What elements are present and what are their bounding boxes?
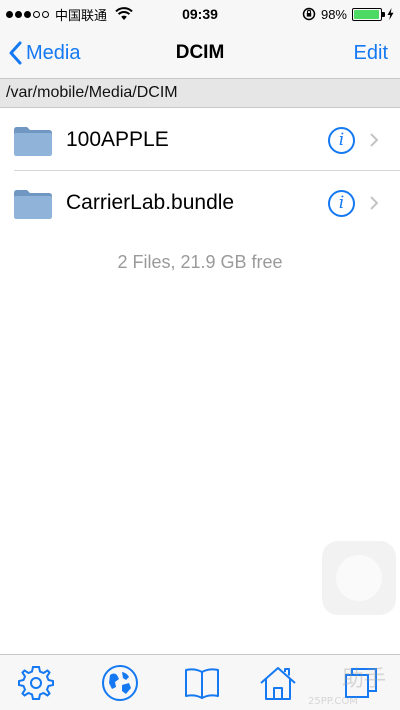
navigation-bar: Media DCIM Edit [0, 28, 400, 78]
file-name: 100APPLE [66, 128, 169, 151]
chevron-right-icon [370, 133, 379, 147]
folder-icon [14, 190, 52, 219]
list-item[interactable]: 100APPLE i [0, 108, 400, 171]
folder-icon [14, 127, 52, 156]
rotation-lock-icon [302, 7, 316, 21]
windows-icon[interactable] [342, 663, 382, 703]
back-button[interactable]: Media [8, 28, 80, 78]
back-button-label: Media [26, 41, 81, 64]
file-name: CarrierLab.bundle [66, 191, 235, 214]
home-icon[interactable] [258, 663, 298, 703]
info-button[interactable]: i [328, 127, 355, 154]
info-button[interactable]: i [328, 190, 355, 217]
path-bar: /var/mobile/Media/DCIM [0, 78, 400, 108]
gear-icon[interactable] [16, 663, 56, 703]
book-icon[interactable] [182, 663, 222, 703]
chevron-right-icon [370, 196, 379, 210]
battery-fill [354, 9, 380, 19]
status-bar: 中国联通 09:39 98% [0, 0, 400, 28]
assistive-touch-button[interactable] [322, 541, 396, 615]
chevron-left-icon [9, 41, 22, 65]
tab-bar [0, 654, 400, 710]
battery-percent: 98% [320, 6, 347, 22]
charging-icon [387, 8, 394, 20]
file-list: 100APPLE i CarrierLab.bundle i [0, 108, 400, 234]
list-item[interactable]: CarrierLab.bundle i [0, 171, 400, 234]
edit-button[interactable]: Edit [354, 28, 388, 78]
globe-icon[interactable] [100, 663, 140, 703]
status-right: 98% [302, 0, 394, 28]
file-summary: 2 Files, 21.9 GB free [117, 252, 283, 272]
battery-icon [352, 7, 385, 21]
